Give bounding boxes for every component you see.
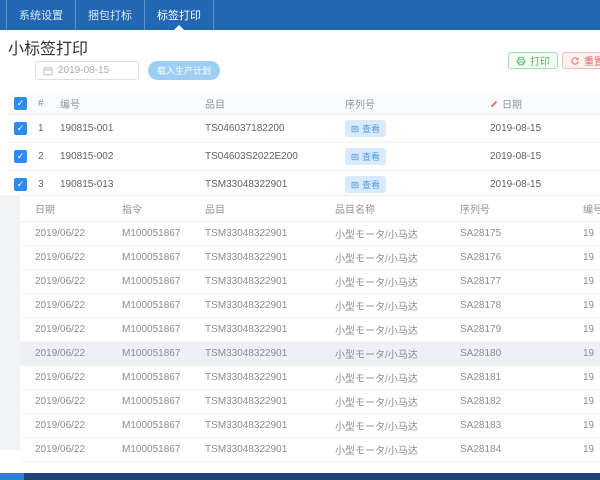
detail-table-row[interactable]: 2019/06/22 M100051867 TSM33048322901 小型モ… [20,222,600,246]
detail-table-row[interactable]: 2019/06/22 M100051867 TSM33048322901 小型モ… [20,294,600,318]
footer-accent-segment [0,473,24,480]
cell-code: 190815-001 [60,123,205,134]
header-serial: 序列号 [345,96,490,111]
view-button[interactable]: 查看 [345,148,386,165]
left-gutter [0,195,20,450]
header-item: 品目 [205,201,335,216]
cell-code: 190815-013 [60,179,205,190]
reset-button-label: 重置 [584,53,600,68]
cell-code: 190815-002 [60,151,205,162]
calendar-icon [43,66,53,76]
view-icon [351,181,359,189]
reset-button[interactable]: 重置 [562,52,600,69]
header-code: 编号 [583,201,600,216]
detail-table-row[interactable]: 2019/06/22 M100051867 TSM33048322901 小型モ… [20,438,600,462]
detail-table: 日期 指令 品目 品目名称 序列号 编号 2019/06/22 M1000518… [20,195,600,462]
printer-icon [516,56,526,66]
detail-table-row[interactable]: 2019/06/22 M100051867 TSM33048322901 小型モ… [20,318,600,342]
view-icon [351,125,359,133]
header-command: 指令 [122,201,205,216]
select-all-checkbox[interactable]: ✓ [14,97,27,110]
cell-index: 1 [38,123,60,134]
date-input[interactable]: 2019-08-15 [35,61,139,80]
refresh-icon [570,56,580,66]
tab-bundle-marking[interactable]: 捆包打标 [75,0,144,30]
view-button[interactable]: 查看 [345,120,386,137]
page-title: 小标签打印 [8,35,88,59]
top-nav: 系统设置 捆包打标 标签打印 [0,0,600,30]
cell-index: 3 [38,179,60,190]
header-date: 日期 [490,96,600,111]
header-date: 日期 [20,201,122,216]
tab-system-settings[interactable]: 系统设置 [6,0,75,30]
row-checkbox[interactable]: ✓ [14,122,27,135]
date-edit-icon[interactable] [490,99,499,108]
load-production-plan-button[interactable]: 载入生产计划 [148,61,220,80]
date-value: 2019-08-15 [58,65,109,76]
row-checkbox[interactable]: ✓ [14,150,27,163]
detail-table-row[interactable]: 2019/06/22 M100051867 TSM33048322901 小型モ… [20,414,600,438]
plan-table: ✓ # 编号 品目 序列号 日期 ✓ 1 190815-001 TS046037… [8,92,600,199]
header-item: 品目 [205,96,345,111]
detail-table-row[interactable]: 2019/06/22 M100051867 TSM33048322901 小型モ… [20,366,600,390]
header-code: 编号 [60,96,205,111]
cell-date: 2019-08-15 [490,123,600,134]
header-serial: 序列号 [460,201,583,216]
cell-date: 2019-08-15 [490,179,600,190]
plan-table-row: ✓ 1 190815-001 TS046037182200 查看 2019-08… [8,115,600,143]
plan-table-row: ✓ 2 190815-002 TS04603S2022E200 查看 2019-… [8,143,600,171]
detail-table-row[interactable]: 2019/06/22 M100051867 TSM33048322901 小型モ… [20,270,600,294]
cell-item: TS046037182200 [205,123,345,134]
cell-date: 2019-08-15 [490,151,600,162]
print-button[interactable]: 打印 [508,52,558,69]
print-button-label: 打印 [530,53,550,68]
view-button[interactable]: 查看 [345,176,386,193]
header-item-name: 品目名称 [335,201,460,216]
detail-table-header: 日期 指令 品目 品目名称 序列号 编号 [20,195,600,222]
plan-table-header: ✓ # 编号 品目 序列号 日期 [8,92,600,115]
tab-label-printing[interactable]: 标签打印 [144,0,214,30]
detail-table-row-highlighted[interactable]: 2019/06/22 M100051867 TSM33048322901 小型モ… [20,342,600,366]
view-icon [351,153,359,161]
detail-table-row[interactable]: 2019/06/22 M100051867 TSM33048322901 小型モ… [20,246,600,270]
row-checkbox[interactable]: ✓ [14,178,27,191]
cell-item: TSM33048322901 [205,179,345,190]
detail-table-row[interactable]: 2019/06/22 M100051867 TSM33048322901 小型モ… [20,390,600,414]
cell-item: TS04603S2022E200 [205,151,345,162]
header-index: # [38,98,60,109]
footer-bar [0,473,600,480]
cell-index: 2 [38,151,60,162]
